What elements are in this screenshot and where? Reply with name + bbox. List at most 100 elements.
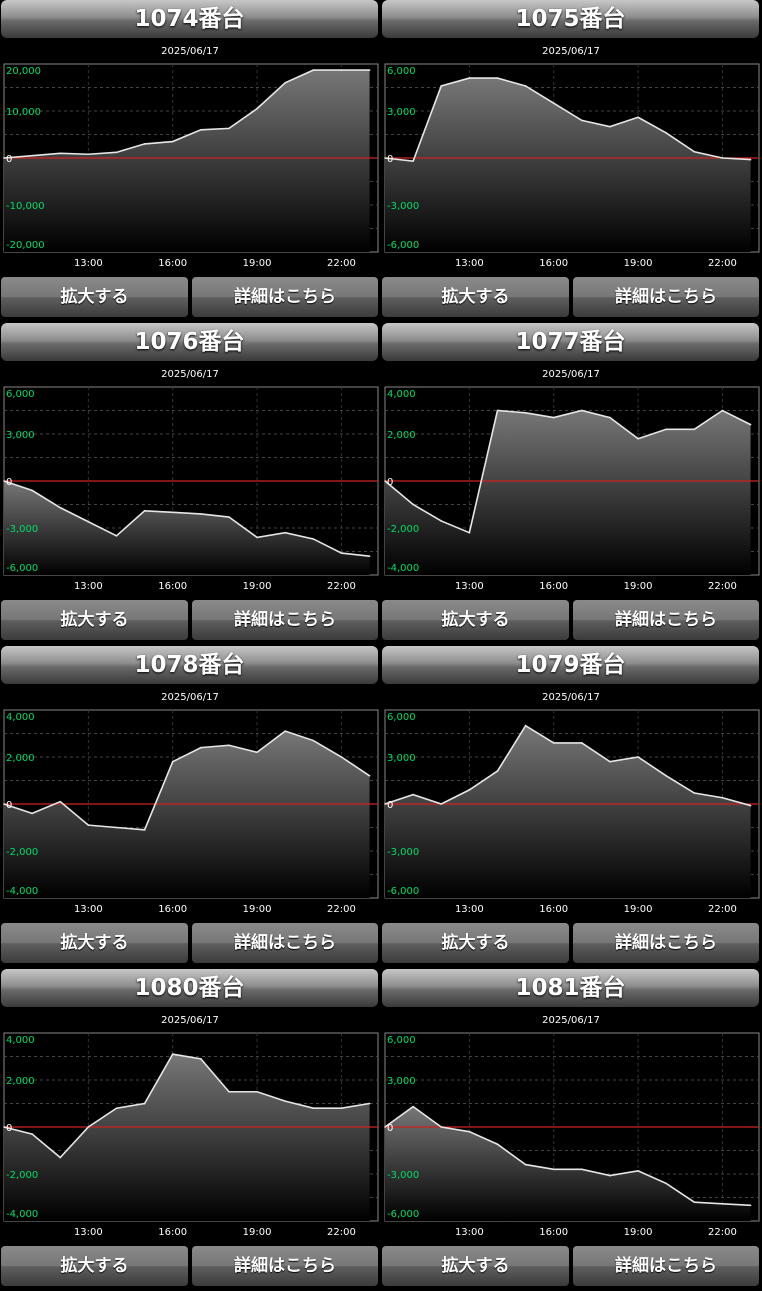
data-point bbox=[412, 160, 414, 162]
data-point bbox=[368, 69, 371, 71]
line-chart: 6,000 3,000 0 -3,000 -6,000 13:00 16:00 19:00 22… bbox=[384, 63, 760, 269]
data-point bbox=[581, 1168, 583, 1171]
chart-date: 2025/06/17 bbox=[161, 1015, 219, 1026]
data-point bbox=[665, 428, 668, 431]
chart-date: 2025/06/17 bbox=[161, 46, 219, 57]
zoom-button[interactable]: 拡大する bbox=[1, 923, 188, 963]
x-tick-label: 22:00 bbox=[327, 581, 356, 592]
details-button[interactable]: 詳細はこちら bbox=[573, 923, 759, 963]
data-point bbox=[749, 423, 752, 426]
x-tick-label: 19:00 bbox=[243, 581, 272, 592]
y-tick-label: 6,000 bbox=[6, 389, 35, 400]
x-tick-label: 22:00 bbox=[708, 258, 737, 269]
data-point bbox=[284, 531, 287, 534]
details-button[interactable]: 詳細はこちら bbox=[573, 600, 759, 640]
data-point bbox=[581, 119, 583, 122]
machine-title: 1074番台 bbox=[1, 0, 378, 38]
y-tick-label: 0 bbox=[6, 1123, 12, 1134]
zoom-button[interactable]: 拡大する bbox=[382, 1246, 569, 1286]
y-tick-label: -3,000 bbox=[387, 201, 419, 212]
details-button[interactable]: 詳細はこちら bbox=[192, 923, 378, 963]
line-chart: 6,000 3,000 0 -3,000 -6,000 13:00 16:00 19:00 22… bbox=[384, 1032, 760, 1238]
data-point bbox=[552, 102, 555, 104]
data-point bbox=[637, 756, 639, 758]
data-point bbox=[721, 409, 724, 412]
data-point bbox=[721, 796, 724, 799]
details-button[interactable]: 詳細はこちら bbox=[192, 1246, 378, 1286]
machine-title: 1080番台 bbox=[1, 969, 378, 1007]
data-point bbox=[468, 77, 471, 79]
chart-date: 2025/06/17 bbox=[542, 369, 600, 380]
zoom-button[interactable]: 拡大する bbox=[1, 1246, 188, 1286]
data-point bbox=[256, 536, 258, 539]
data-point bbox=[228, 516, 230, 518]
machine-panel: 1076番台 2025/06/17 6,000 3,000 0 -3,000 -6,000 1… bbox=[0, 323, 380, 645]
machine-panel: 1078番台 2025/06/17 4,000 2,000 0 -2,000 -4,000 1… bbox=[0, 646, 380, 968]
zoom-button[interactable]: 拡大する bbox=[1, 600, 188, 640]
data-point bbox=[412, 793, 414, 796]
details-button[interactable]: 詳細はこちら bbox=[192, 277, 378, 317]
data-point bbox=[368, 775, 371, 777]
y-tick-label: 10,000 bbox=[6, 107, 41, 118]
data-point bbox=[59, 800, 62, 803]
line-chart: 4,000 2,000 0 -2,000 -4,000 13:00 16:00 19:00 22… bbox=[384, 386, 760, 592]
data-point bbox=[368, 555, 371, 557]
data-point bbox=[721, 157, 724, 159]
data-point bbox=[665, 1182, 668, 1185]
y-tick-label: 2,000 bbox=[387, 430, 416, 441]
data-point bbox=[368, 1102, 371, 1105]
line-chart: 20,000 10,000 0 -10,000 -20,000 13:00 16:00 19:… bbox=[3, 63, 379, 269]
data-point bbox=[496, 77, 499, 79]
y-tick-label: -4,000 bbox=[387, 563, 419, 574]
data-point bbox=[524, 724, 527, 727]
data-point bbox=[693, 428, 696, 431]
zoom-button[interactable]: 拡大する bbox=[382, 923, 569, 963]
data-point bbox=[3, 157, 5, 159]
data-point bbox=[637, 1170, 639, 1172]
zoom-button[interactable]: 拡大する bbox=[1, 277, 188, 317]
data-point bbox=[749, 158, 752, 161]
details-button[interactable]: 詳細はこちら bbox=[573, 277, 759, 317]
y-tick-label: -4,000 bbox=[6, 886, 38, 897]
data-point bbox=[384, 480, 386, 482]
machine-panel: 1074番台 2025/06/17 20,000 10,000 0 -10,000 -20,… bbox=[0, 0, 380, 322]
y-tick-label: 6,000 bbox=[387, 1035, 416, 1046]
data-point bbox=[468, 531, 471, 534]
data-point bbox=[312, 69, 315, 71]
y-tick-label: 0 bbox=[387, 1123, 393, 1134]
y-tick-label: 20,000 bbox=[6, 66, 41, 77]
data-point bbox=[59, 506, 62, 509]
data-point bbox=[59, 1156, 62, 1159]
x-tick-label: 16:00 bbox=[158, 904, 187, 915]
chart-date: 2025/06/17 bbox=[542, 692, 600, 703]
data-point bbox=[312, 1107, 315, 1109]
data-point bbox=[524, 412, 527, 414]
data-point bbox=[524, 1163, 527, 1166]
y-tick-label: 6,000 bbox=[387, 712, 416, 723]
machine-title: 1075番台 bbox=[382, 0, 759, 38]
y-tick-label: -3,000 bbox=[6, 524, 38, 535]
x-tick-label: 22:00 bbox=[327, 1227, 356, 1238]
machine-title: 1079番台 bbox=[382, 646, 759, 684]
data-point bbox=[87, 520, 90, 523]
data-point bbox=[665, 132, 668, 134]
data-point bbox=[496, 409, 499, 412]
details-button[interactable]: 詳細はこちら bbox=[573, 1246, 759, 1286]
y-tick-label: -10,000 bbox=[6, 201, 45, 212]
zoom-button[interactable]: 拡大する bbox=[382, 277, 569, 317]
data-point bbox=[143, 1102, 146, 1105]
line-chart: 6,000 3,000 0 -3,000 -6,000 13:00 16:00 19:00 22… bbox=[384, 709, 760, 915]
data-point bbox=[87, 153, 90, 156]
data-point bbox=[749, 804, 752, 807]
zoom-button[interactable]: 拡大する bbox=[382, 600, 569, 640]
details-button[interactable]: 詳細はこちら bbox=[192, 600, 378, 640]
data-point bbox=[665, 775, 668, 777]
data-point bbox=[87, 824, 90, 826]
data-point bbox=[581, 409, 583, 412]
data-point bbox=[552, 416, 555, 419]
data-point bbox=[721, 1202, 724, 1205]
data-point bbox=[31, 812, 33, 815]
y-tick-label: 3,000 bbox=[387, 107, 416, 118]
data-point bbox=[115, 151, 118, 154]
data-point bbox=[524, 85, 527, 87]
